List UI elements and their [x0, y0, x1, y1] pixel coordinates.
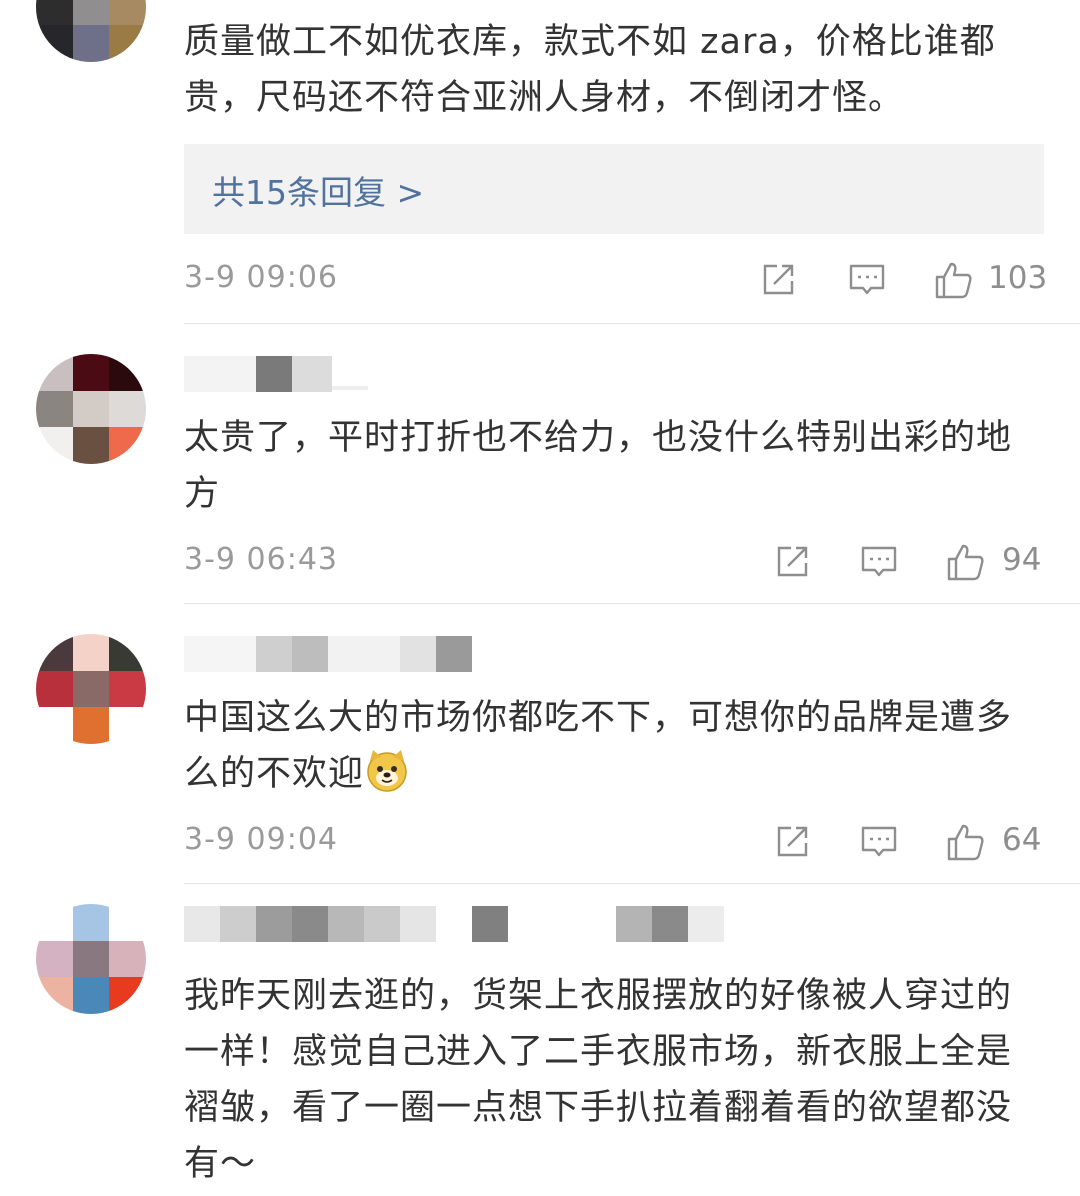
thumbs-up-icon[interactable] [946, 542, 986, 582]
avatar[interactable] [36, 0, 146, 62]
comment-item: 质量做工不如优衣库，款式不如 zara，价格比谁都贵，尺码还不符合亚洲人身材，不… [0, 0, 1080, 324]
avatar-mosaic [36, 904, 146, 1014]
avatar[interactable] [36, 904, 146, 1014]
doge-emoji-icon [367, 750, 407, 792]
comment-meta: 3-9 09:06 103 [184, 260, 1048, 300]
reply-summary-box[interactable]: 共15条回复 > [184, 144, 1044, 234]
comment-item: 太贵了，平时打折也不给力，也没什么特别出彩的地方 3-9 06:43 94 [0, 324, 1080, 604]
comment-text: 质量做工不如优衣库，款式不如 zara，价格比谁都贵，尺码还不符合亚洲人身材，不… [184, 22, 996, 118]
share-icon[interactable] [774, 822, 812, 860]
reply-summary-link[interactable]: 共15条回复 > [212, 166, 424, 214]
comment-icon[interactable] [848, 260, 886, 298]
comment-icon[interactable] [860, 822, 898, 860]
comment-time: 3-9 09:06 [184, 260, 338, 295]
comment-time: 3-9 09:04 [184, 822, 338, 857]
share-icon[interactable] [774, 542, 812, 580]
like-count: 64 [1002, 822, 1042, 858]
share-icon[interactable] [760, 260, 798, 298]
thumbs-up-icon[interactable] [934, 260, 974, 300]
comment-meta: 3-9 09:04 64 [184, 822, 1044, 862]
like-count: 103 [988, 260, 1048, 296]
username-redacted[interactable] [184, 636, 484, 676]
avatar-mosaic [36, 354, 146, 464]
avatar-mosaic [36, 0, 146, 62]
comment-icon[interactable] [860, 542, 898, 580]
comment-text: 我昨天刚去逛的，货架上衣服摆放的好像被人穿过的一样！感觉自己进入了二手衣服市场，… [184, 976, 1013, 1184]
username-redacted[interactable] [184, 906, 744, 946]
avatar-mosaic [36, 634, 146, 744]
comment-meta: 3-9 06:43 94 [184, 542, 1044, 582]
comment-item: 我昨天刚去逛的，货架上衣服摆放的好像被人穿过的一样！感觉自己进入了二手衣服市场，… [0, 884, 1080, 1196]
avatar[interactable] [36, 634, 146, 744]
comment-text-body: 中国这么大的市场你都吃不下，可想你的品牌是遭多么的不欢迎 [184, 698, 1013, 794]
comment-item: 中国这么大的市场你都吃不下，可想你的品牌是遭多么的不欢迎 3-9 09:04 6… [0, 604, 1080, 884]
comment-time: 3-9 06:43 [184, 542, 338, 577]
username-redacted[interactable] [184, 356, 384, 396]
thumbs-up-icon[interactable] [946, 822, 986, 862]
comment-text: 中国这么大的市场你都吃不下，可想你的品牌是遭多么的不欢迎 [184, 690, 1044, 802]
like-count: 94 [1002, 542, 1042, 578]
avatar[interactable] [36, 354, 146, 464]
comment-text: 太贵了，平时打折也不给力，也没什么特别出彩的地方 [184, 418, 1013, 514]
